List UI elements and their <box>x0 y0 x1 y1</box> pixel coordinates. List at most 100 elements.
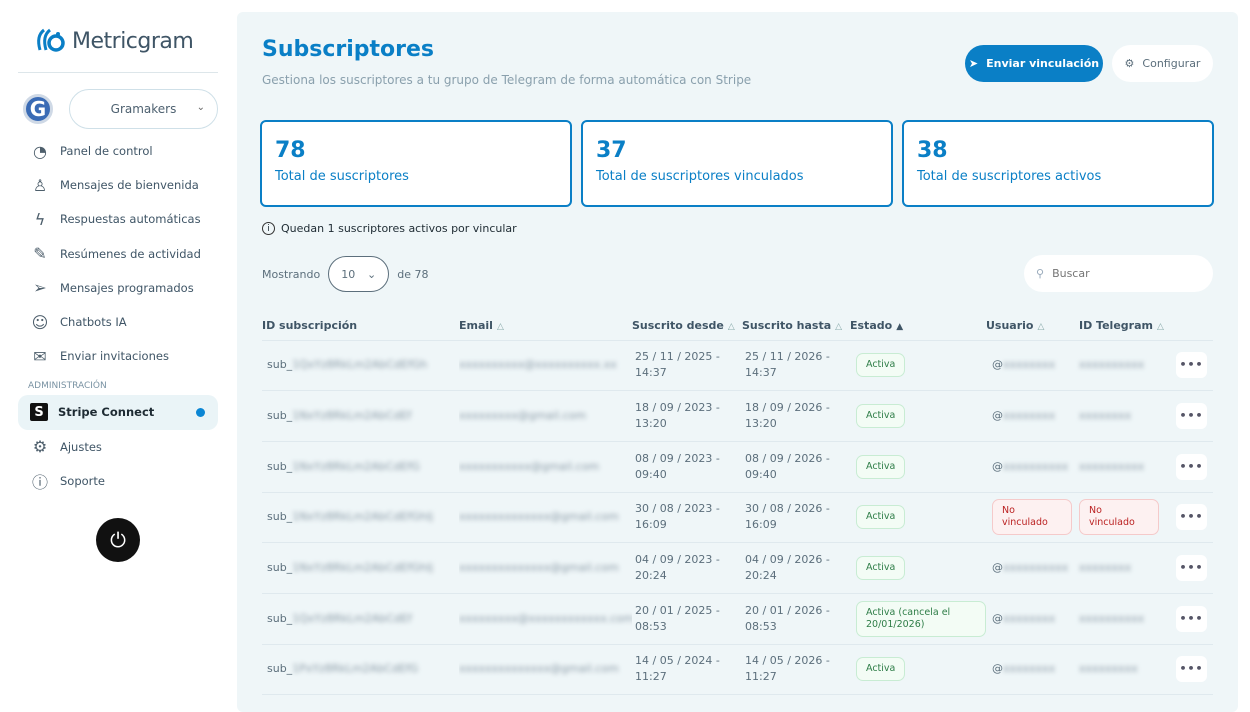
bolt-icon: ϟ <box>34 209 46 229</box>
cell-actions: ••• <box>1176 542 1213 594</box>
cell-to: 20 / 01 / 2026 - 08:53 <box>742 593 850 645</box>
chevron-down-icon: ⌄ <box>196 102 205 113</box>
cell-actions: ••• <box>1176 340 1213 392</box>
cell-email: xxxxxxxxxxxxxx@gmail.com <box>459 492 632 544</box>
subscription-prefix: sub_ <box>267 358 293 372</box>
subscription-prefix: sub_ <box>267 662 293 676</box>
logo[interactable]: Metricgram <box>34 26 194 56</box>
stat-value: 78 <box>275 138 306 163</box>
status-badge: Activa <box>856 454 906 479</box>
gauge-icon: ◔ <box>33 141 47 161</box>
configure-button[interactable]: ⚙ Configurar <box>1112 45 1213 82</box>
send-clock-icon: ➢ <box>33 278 47 298</box>
table-row[interactable]: sub_1NxYz8RkLm2AbCdEfGhIj xxxxxxxxxxxxxx… <box>262 492 1213 544</box>
table-row[interactable]: sub_1NxYz8RkLm2AbCdEfG xxxxxxxxxxx@gmail… <box>262 441 1213 493</box>
stat-total-subscribers: 78 Total de suscriptores <box>260 120 572 207</box>
sidebar-item-label: Resúmenes de actividad <box>60 246 201 261</box>
metricgram-logo-icon <box>37 28 65 52</box>
stat-label: Total de suscriptores <box>275 169 409 184</box>
sidebar-item-soporte[interactable]: ⓘ Soporte <box>18 464 218 498</box>
more-options-button[interactable]: ••• <box>1176 504 1207 531</box>
status-badge: Activa <box>856 404 906 429</box>
table-row[interactable]: sub_1NxYz8RkLm2AbCdEf xxxxxxxxx@gmail.co… <box>262 390 1213 442</box>
sort-icon[interactable]: △ <box>497 322 504 332</box>
table-row[interactable]: sub_1QxYz8RkLm2AbCdEfGh xxxxxxxxxx@xxxxx… <box>262 340 1213 392</box>
table-row[interactable]: sub_1PxYz8RkLm2AbCdEfG xxxxxxxxxxxxxx@gm… <box>262 644 1213 696</box>
group-select-value: Gramakers <box>110 102 177 116</box>
user-prefix: @ <box>992 409 1003 423</box>
column-header[interactable]: Suscrito desde △ <box>632 312 742 341</box>
sidebar-item-mensajes-de-bienvenida[interactable]: ♙ Mensajes de bienvenida <box>18 168 218 202</box>
ellipsis-icon: ••• <box>1179 459 1204 473</box>
actions-header <box>1176 312 1213 341</box>
subscribed-from: 30 / 08 / 2023 - 16:09 <box>635 502 720 532</box>
cell-user: @xxxxxxxx <box>986 593 1079 645</box>
sort-icon[interactable]: △ <box>728 322 735 332</box>
subscription-prefix: sub_ <box>267 510 293 524</box>
column-header[interactable]: Suscrito hasta △ <box>742 312 850 341</box>
more-options-button[interactable]: ••• <box>1176 453 1207 480</box>
sort-icon[interactable]: △ <box>835 322 842 332</box>
cell-to: 04 / 09 / 2026 - 20:24 <box>742 542 850 594</box>
sidebar-item-label: Soporte <box>60 473 105 488</box>
page-title: Subscriptores <box>262 37 435 62</box>
more-options-button[interactable]: ••• <box>1176 605 1207 632</box>
send-link-button[interactable]: ➤ Enviar vinculación <box>965 45 1103 82</box>
cell-telegram: xxxxxxxx <box>1079 390 1176 442</box>
sidebar-item-ajustes[interactable]: ⚙ Ajustes <box>18 430 218 464</box>
cell-id: sub_1PxYz8RkLm2AbCdEfG <box>262 644 459 696</box>
search-box[interactable]: ⚲ <box>1024 255 1213 292</box>
ellipsis-icon: ••• <box>1179 611 1204 625</box>
table-row[interactable]: sub_1NxYz8RkLm2AbCdEfGhIj xxxxxxxxxxxxxx… <box>262 542 1213 594</box>
table-row[interactable]: sub_1QxYz8RkLm2AbCdEf xxxxxxxxx@xxxxxxxx… <box>262 593 1213 645</box>
edit-icon: ✎ <box>33 244 47 264</box>
more-options-button[interactable]: ••• <box>1176 352 1207 379</box>
sidebar-item-chatbots-ia[interactable]: ☺ Chatbots IA <box>18 305 218 339</box>
cell-status: Activa <box>850 390 986 442</box>
email: xxxxxxxxx@gmail.com <box>459 409 587 423</box>
more-options-button[interactable]: ••• <box>1176 555 1207 582</box>
ellipsis-icon: ••• <box>1179 561 1204 575</box>
search-icon: ⚲ <box>1036 267 1045 280</box>
divider <box>18 72 218 73</box>
cell-telegram: xxxxxxxxxx <box>1079 441 1176 493</box>
sort-icon[interactable]: ▲ <box>896 322 903 332</box>
column-label: ID Telegram <box>1079 319 1153 333</box>
cell-id: sub_1NxYz8RkLm2AbCdEf <box>262 390 459 442</box>
user-prefix: @ <box>992 662 1003 676</box>
cell-telegram: xxxxxxxxxx <box>1079 593 1176 645</box>
sidebar-item-mensajes-programados[interactable]: ➢ Mensajes programados <box>18 271 218 305</box>
page-size-select[interactable]: 10 ⌄ <box>328 256 390 292</box>
username: xxxxxxxx <box>1003 409 1056 423</box>
cell-email: xxxxxxxxxxx@gmail.com <box>459 441 632 493</box>
cell-to: 08 / 09 / 2026 - 09:40 <box>742 441 850 493</box>
column-header[interactable]: Estado ▲ <box>850 312 986 341</box>
stripe-icon: S <box>30 403 48 422</box>
sort-icon[interactable]: △ <box>1038 322 1045 332</box>
sidebar-item-respuestas-autom-ticas[interactable]: ϟ Respuestas automáticas <box>18 202 218 236</box>
sidebar-item-panel-de-control[interactable]: ◔ Panel de control <box>18 134 218 168</box>
subscribed-from: 20 / 01 / 2025 - 08:53 <box>635 603 720 633</box>
email: xxxxxxxxxxxxxx@gmail.com <box>459 510 619 524</box>
sidebar-item-label: Chatbots IA <box>60 315 127 330</box>
column-label: Email <box>459 319 493 333</box>
more-options-button[interactable]: ••• <box>1176 656 1207 683</box>
cell-status: Activa <box>850 492 986 544</box>
more-options-button[interactable]: ••• <box>1176 403 1207 430</box>
telegram-id: xxxxxxxx <box>1079 561 1132 575</box>
sidebar-item-res-menes-de-actividad[interactable]: ✎ Resúmenes de actividad <box>18 237 218 271</box>
sort-icon[interactable]: △ <box>1157 322 1164 332</box>
column-header[interactable]: Email △ <box>459 312 632 341</box>
user-prefix: @ <box>992 358 1003 372</box>
column-header[interactable]: Usuario △ <box>986 312 1079 341</box>
subscribers-table: ID subscripción Email △ Suscrito desde △ Susc… <box>262 312 1213 696</box>
sidebar-item-label: Mensajes programados <box>60 280 194 295</box>
status-badge: Activa <box>856 505 906 530</box>
sidebar-item-enviar-invitaciones[interactable]: ✉ Enviar invitaciones <box>18 339 218 373</box>
power-button[interactable]: ⏻ <box>96 518 140 562</box>
group-select[interactable]: Gramakers ⌄ <box>69 89 218 129</box>
search-input[interactable] <box>1052 267 1193 280</box>
sidebar-item-stripe-connect[interactable]: S Stripe Connect <box>18 395 218 430</box>
cell-telegram: xxxxxxxx <box>1079 542 1176 594</box>
column-header[interactable]: ID Telegram △ <box>1079 312 1176 341</box>
